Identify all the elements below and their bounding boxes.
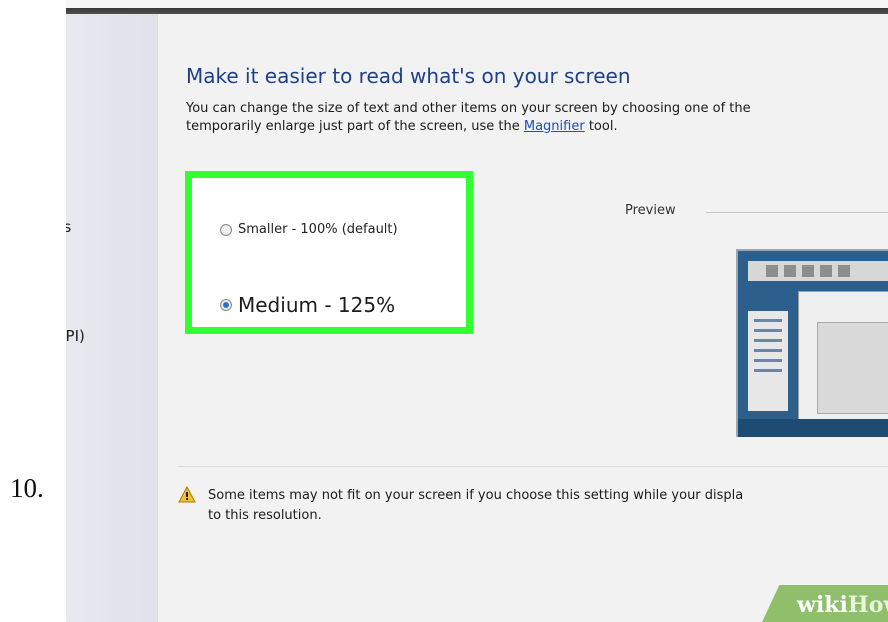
radio-smaller[interactable] [220, 223, 232, 236]
preview-label: Preview [625, 203, 676, 218]
window-top-edge [66, 0, 888, 14]
option-medium-label: Medium - 125% [238, 293, 396, 317]
sidebar-item-settings[interactable]: gs [66, 218, 71, 236]
wikihow-watermark: wikiHow [797, 592, 888, 618]
description-line-1: You can change the size of text and othe… [186, 101, 751, 116]
preview-divider [706, 212, 888, 213]
sidebar-item-dpi[interactable]: DPI) [66, 327, 85, 345]
preview-thumbnail [736, 249, 888, 437]
radio-medium-selected[interactable] [220, 299, 232, 311]
description-line-2: temporarily enlarge just part of the scr… [186, 118, 888, 136]
option-smaller[interactable]: Smaller - 100% (default) [220, 222, 398, 237]
main-content: Make it easier to read what's on your sc… [158, 14, 888, 622]
option-smaller-label: Smaller - 100% (default) [238, 222, 398, 237]
step-number: 10. [10, 473, 44, 503]
warning-triangle-icon [178, 486, 196, 503]
option-medium[interactable]: Medium - 125% [220, 293, 395, 317]
preview-toolbar [748, 261, 888, 281]
description-text-after-link: tool. [588, 119, 618, 134]
magnifier-link[interactable]: Magnifier [524, 119, 585, 134]
section-divider [178, 466, 888, 467]
watermark-wiki: wiki [797, 592, 848, 618]
description-text-before-link: temporarily enlarge just part of the scr… [186, 119, 520, 134]
size-options-highlight: Smaller - 100% (default) Medium - 125% [185, 171, 473, 334]
page-title: Make it easier to read what's on your sc… [186, 64, 631, 88]
page-description: You can change the size of text and othe… [186, 100, 888, 136]
warning-message: Some items may not fit on your screen if… [208, 486, 888, 526]
warning-line-1: Some items may not fit on your screen if… [208, 488, 744, 503]
warning-line-2: to this resolution. [208, 508, 322, 523]
preview-taskbar [738, 419, 888, 437]
watermark-how: How [847, 592, 888, 618]
sidebar: gs r DPI) [66, 14, 158, 622]
preview-window [798, 291, 888, 433]
preview-sidebar [748, 311, 788, 411]
preview-inner-window [817, 322, 888, 414]
screenshot-window: gs r DPI) Make it easier to read what's … [66, 0, 888, 622]
